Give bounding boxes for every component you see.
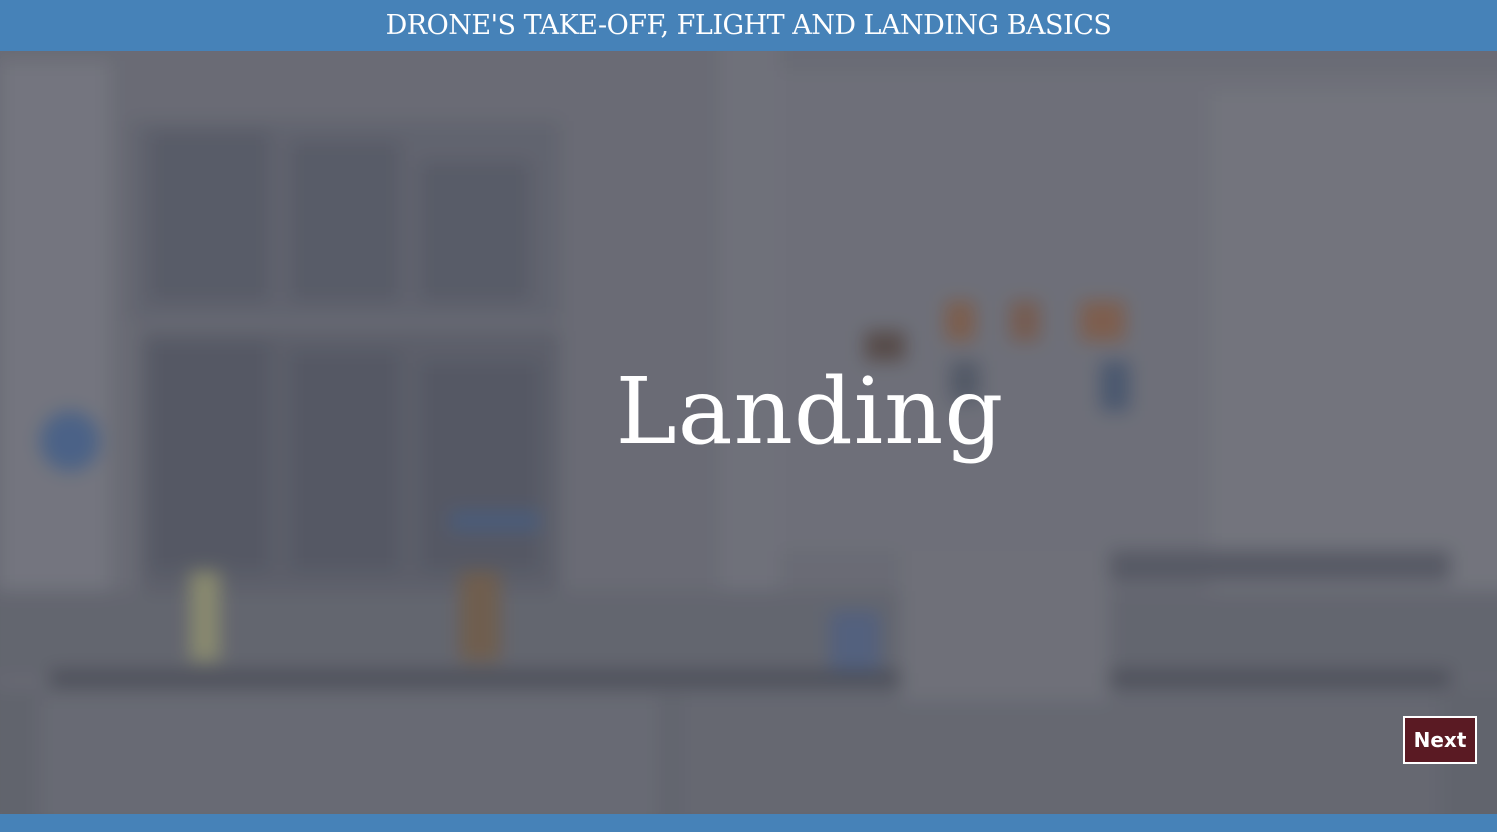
slide-page: DRONE'S TAKE-OFF, FLIGHT AND LANDING BAS… [0,0,1497,832]
course-title: DRONE'S TAKE-OFF, FLIGHT AND LANDING BAS… [385,10,1112,41]
header-bar: DRONE'S TAKE-OFF, FLIGHT AND LANDING BAS… [0,0,1497,51]
slide-title: Landing [615,358,1005,465]
next-button[interactable]: Next [1403,716,1477,764]
footer-bar [0,814,1497,832]
